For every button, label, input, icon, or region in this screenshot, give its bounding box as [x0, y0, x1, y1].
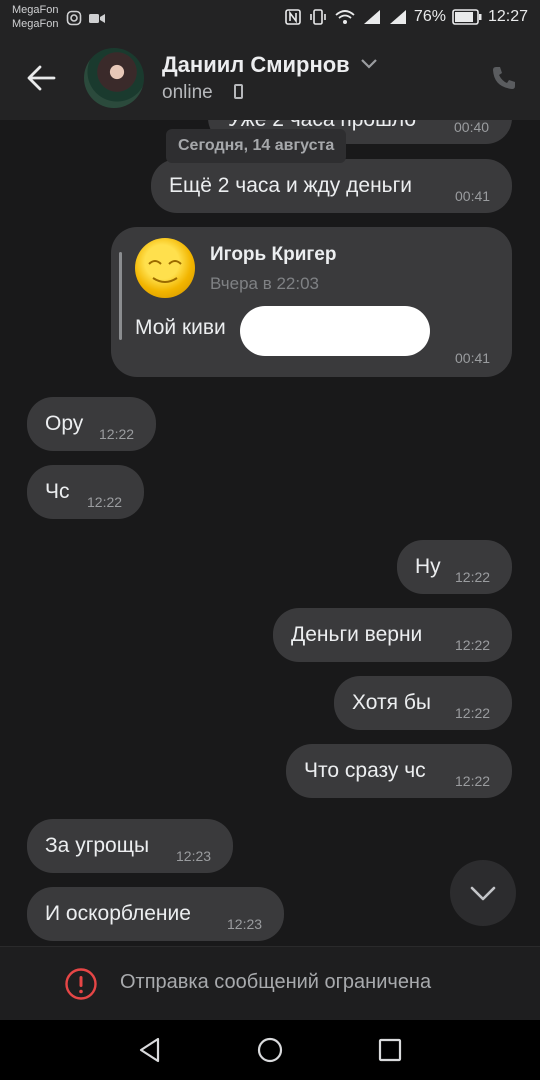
carrier-2: MegaFon	[12, 18, 59, 30]
scroll-down-button[interactable]	[450, 860, 516, 926]
nfc-icon	[285, 9, 301, 25]
message-bubble[interactable]: Ну 12:22	[397, 540, 512, 594]
message-bubble[interactable]: За угрощы 12:23	[27, 819, 233, 873]
message-time: 12:22	[455, 569, 491, 585]
chevron-down-icon	[470, 886, 496, 901]
chat-header: Даниил Смирнов online	[0, 38, 540, 120]
nav-back-icon[interactable]	[136, 1036, 164, 1064]
message-bubble[interactable]: Деньги верни 12:22	[273, 608, 512, 662]
message-time: 12:22	[455, 705, 491, 721]
redaction-scribble	[240, 306, 430, 356]
forwarded-text: Мой киви	[135, 316, 226, 339]
system-nav-bar	[0, 1020, 540, 1080]
message-time: 12:22	[87, 494, 123, 510]
messaging-restricted-bar: Отправка сообщений ограничена	[0, 946, 540, 1021]
message-text: И оскорбление	[45, 902, 191, 925]
message-time: 00:41	[455, 350, 491, 366]
mobile-device-icon	[234, 84, 243, 99]
message-time: 12:22	[99, 426, 135, 442]
chevron-down-icon[interactable]	[360, 58, 378, 70]
quote-bar	[119, 252, 122, 340]
message-time: 12:22	[455, 773, 491, 789]
contact-status: online	[162, 82, 213, 103]
clock: 12:27	[487, 8, 528, 25]
back-arrow-icon[interactable]	[26, 64, 56, 92]
message-text: Что сразу чс	[304, 759, 426, 782]
message-text: Ещё 2 часа и жду деньги	[169, 174, 413, 197]
forwarded-author-avatar[interactable]	[135, 238, 195, 298]
status-bar: MegaFon MegaFon 76% 12:27	[0, 0, 540, 38]
signal-2-icon	[389, 10, 406, 24]
nav-home-icon[interactable]	[256, 1036, 284, 1064]
forwarded-author-name[interactable]: Игорь Кригер	[210, 244, 336, 266]
message-text: За угрощы	[45, 834, 150, 857]
message-text: Деньги верни	[291, 623, 423, 646]
battery-percent: 76%	[413, 8, 446, 25]
message-text: Ору	[45, 412, 84, 435]
video-icon	[89, 14, 105, 23]
message-bubble[interactable]: Ору 12:22	[27, 397, 156, 451]
battery-icon	[452, 9, 482, 25]
message-bubble[interactable]: Чс 12:22	[27, 465, 144, 519]
date-separator: Сегодня, 14 августа	[166, 129, 347, 163]
message-time: 00:41	[455, 188, 491, 204]
message-time: 12:23	[176, 848, 212, 864]
message-time: 00:40	[454, 119, 490, 135]
vibrate-icon	[310, 9, 326, 25]
avatar[interactable]	[84, 48, 144, 108]
message-bubble[interactable]: Что сразу чс 12:22	[286, 744, 512, 798]
message-time: 12:22	[455, 637, 491, 653]
message-bubble[interactable]: Ещё 2 часа и жду деньги 00:41	[151, 159, 512, 213]
phone-call-icon[interactable]	[490, 64, 518, 92]
forwarded-date: Вчера в 22:03	[210, 274, 320, 293]
message-text: Чс	[45, 480, 70, 503]
instagram-icon	[66, 10, 82, 26]
smiley-face-icon	[148, 260, 182, 283]
message-text: Ну	[415, 555, 441, 578]
wifi-icon	[335, 10, 355, 24]
signal-1-icon	[363, 10, 380, 24]
message-bubble[interactable]: И оскорбление 12:23	[27, 887, 284, 941]
carrier-labels: MegaFon MegaFon	[12, 3, 58, 31]
warning-icon	[65, 968, 97, 1000]
nav-recents-icon[interactable]	[376, 1036, 404, 1064]
restriction-text: Отправка сообщений ограничена	[120, 971, 432, 993]
carrier-1: MegaFon	[12, 4, 59, 16]
status-right: 76% 12:27	[284, 8, 528, 26]
message-time: 12:23	[227, 916, 263, 932]
message-bubble[interactable]: Хотя бы 12:22	[334, 676, 512, 730]
contact-name[interactable]: Даниил Смирнов	[162, 52, 350, 78]
message-text: Хотя бы	[352, 691, 431, 714]
